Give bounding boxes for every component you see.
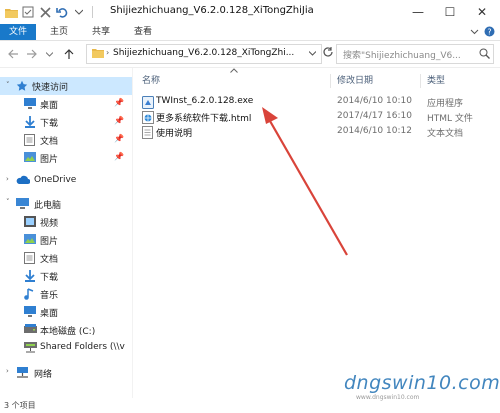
- annotation-arrow: [262, 107, 348, 256]
- watermark-subtext: www.dngswin10.com: [356, 394, 420, 401]
- item-count: 3 个项目: [4, 401, 36, 410]
- watermark-logo: dngswin10.com: [344, 372, 500, 394]
- explorer-window: Shijiezhichuang_V6.2.0.128_XiTongZhiJia …: [0, 0, 500, 413]
- status-bar: 3 个项目: [0, 398, 500, 413]
